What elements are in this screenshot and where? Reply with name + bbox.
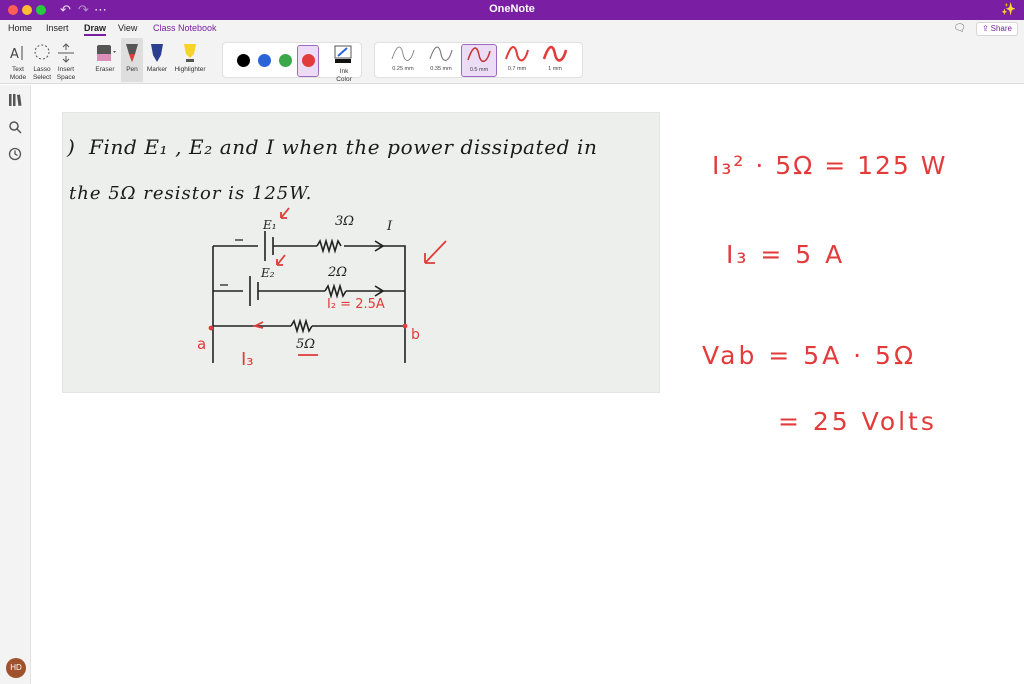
title-bar: ↶ ↷ ⋯ OneNote ✨: [0, 0, 1024, 20]
text-mode-icon: A: [10, 46, 23, 62]
lasso-label-1: Lasso: [33, 66, 51, 73]
tab-class-notebook[interactable]: Class Notebook: [153, 23, 217, 33]
resistor-2ohm: [324, 283, 347, 299]
thickness-1[interactable]: 1 mm: [537, 44, 573, 77]
ink-color-icon: [334, 45, 352, 63]
resistor-5ohm: [290, 318, 313, 334]
marker-label: Marker: [146, 66, 168, 73]
thickness-label: 0.5 mm: [469, 67, 489, 73]
left-navigation: HD: [0, 85, 31, 684]
marker-icon: [151, 44, 163, 62]
thickness-selector: 0.25 mm 0.35 mm 0.5 mm 0.7 mm 1 mm: [374, 42, 583, 78]
label-current-i: I: [386, 219, 393, 234]
insert-space-button[interactable]: Insert Space: [54, 38, 78, 82]
lasso-select-button[interactable]: Lasso Select: [30, 38, 54, 82]
highlighter-icon: [184, 44, 196, 62]
label-5ohm: 5Ω: [296, 337, 315, 352]
label-i3: I₃: [241, 349, 254, 370]
search-icon[interactable]: [8, 120, 22, 134]
thickness-0-5[interactable]: 0.5 mm: [461, 44, 497, 77]
thickness-0-25[interactable]: 0.25 mm: [385, 44, 421, 77]
marker-button[interactable]: Marker: [145, 38, 169, 82]
color-blue[interactable]: [258, 54, 271, 67]
pen-label: Pen: [126, 66, 138, 73]
e2-arrow: [276, 254, 286, 266]
stroke-sample-icon: [391, 46, 415, 61]
battery-e1: [264, 231, 274, 261]
account-link-icon[interactable]: ✨: [1001, 2, 1016, 16]
draw-ribbon: A Text Mode Lasso Select Insert Space Er…: [0, 38, 1024, 84]
color-black[interactable]: [237, 54, 250, 67]
stroke-sample-icon: [542, 45, 568, 62]
tab-insert[interactable]: Insert: [46, 23, 69, 33]
insert-space-icon: [58, 43, 74, 63]
color-red[interactable]: [302, 54, 315, 67]
label-3ohm: 3Ω: [335, 214, 354, 229]
circuit-diagram: 3Ω I 2Ω 5Ω E₁ E₂ I₂ = 2.5A a b I₃: [197, 207, 447, 370]
solution-line-2: I₃ = 5 A: [726, 240, 846, 269]
lasso-label-2: Select: [32, 73, 52, 81]
text-mode-label-2: Mode: [9, 73, 27, 81]
share-button[interactable]: ⇪ Share: [975, 22, 1018, 36]
note-canvas[interactable]: ) Find E₁ , E₂ and I when the power diss…: [32, 85, 1024, 684]
stroke-sample-icon: [429, 46, 453, 61]
label-node-b: b: [411, 327, 420, 343]
highlighter-label: Highlighter: [174, 66, 206, 73]
stroke-sample-icon: [467, 47, 491, 63]
thickness-label: 0.35 mm: [430, 66, 452, 72]
share-label: Share: [990, 24, 1012, 33]
eraser-icon: [97, 45, 116, 61]
svg-text:A: A: [10, 47, 19, 62]
thickness-label: 0.7 mm: [507, 66, 527, 72]
i3-arrow: [252, 321, 264, 329]
avatar[interactable]: HD: [6, 658, 26, 678]
insert-space-label-2: Space: [56, 73, 76, 81]
label-2ohm: 2Ω: [327, 265, 347, 280]
text-mode-button[interactable]: A Text Mode: [6, 38, 30, 82]
pen-icon: [126, 44, 138, 62]
eraser-button[interactable]: Eraser: [92, 38, 118, 82]
label-node-a: a: [197, 335, 206, 353]
ink-color-label-1: Ink: [339, 68, 349, 75]
solution-line-3: Vab = 5A · 5Ω: [702, 341, 917, 370]
thickness-label: 0.25 mm: [392, 66, 414, 72]
ink-color-label-2: Color: [336, 75, 352, 83]
problem-photo: ) Find E₁ , E₂ and I when the power diss…: [62, 112, 660, 393]
thickness-0-7[interactable]: 0.7 mm: [499, 44, 535, 77]
tab-home[interactable]: Home: [8, 23, 32, 33]
pen-button[interactable]: Pen: [121, 38, 143, 82]
tab-view[interactable]: View: [118, 23, 137, 33]
battery-e2: [249, 276, 259, 306]
share-icon: ⇪: [981, 24, 989, 33]
label-e1: E₁: [262, 218, 277, 232]
ink-color-button[interactable]: Ink Color: [327, 43, 361, 87]
e1-arrow: [280, 207, 290, 219]
pointer-arrow: [424, 240, 447, 264]
color-green[interactable]: [279, 54, 292, 67]
thickness-0-35[interactable]: 0.35 mm: [423, 44, 459, 77]
stroke-sample-icon: [505, 46, 529, 62]
app-title: OneNote: [489, 3, 535, 15]
tab-draw[interactable]: Draw: [84, 23, 107, 36]
eraser-label: Eraser: [95, 66, 115, 73]
lasso-icon: [34, 44, 50, 60]
label-i2: I₂ = 2.5A: [327, 297, 385, 312]
solution-line-1: I₃² · 5Ω = 125 W: [712, 151, 948, 180]
solution-line-4: = 25 Volts: [778, 407, 937, 436]
text-mode-label-1: Text: [12, 66, 24, 73]
resistor-3ohm: [316, 238, 342, 254]
color-palette: Ink Color: [222, 42, 362, 83]
recent-icon[interactable]: [8, 147, 22, 161]
ribbon-tabs: Home Insert Draw View Class Notebook 🗨 ⇪…: [0, 20, 1024, 38]
insert-space-label-1: Insert: [57, 66, 75, 73]
comments-icon[interactable]: 🗨: [953, 23, 966, 34]
thickness-label: 1 mm: [548, 66, 562, 72]
notebooks-icon[interactable]: [8, 93, 22, 107]
label-e2: E₂: [260, 266, 275, 280]
highlighter-button[interactable]: Highlighter: [171, 38, 209, 82]
